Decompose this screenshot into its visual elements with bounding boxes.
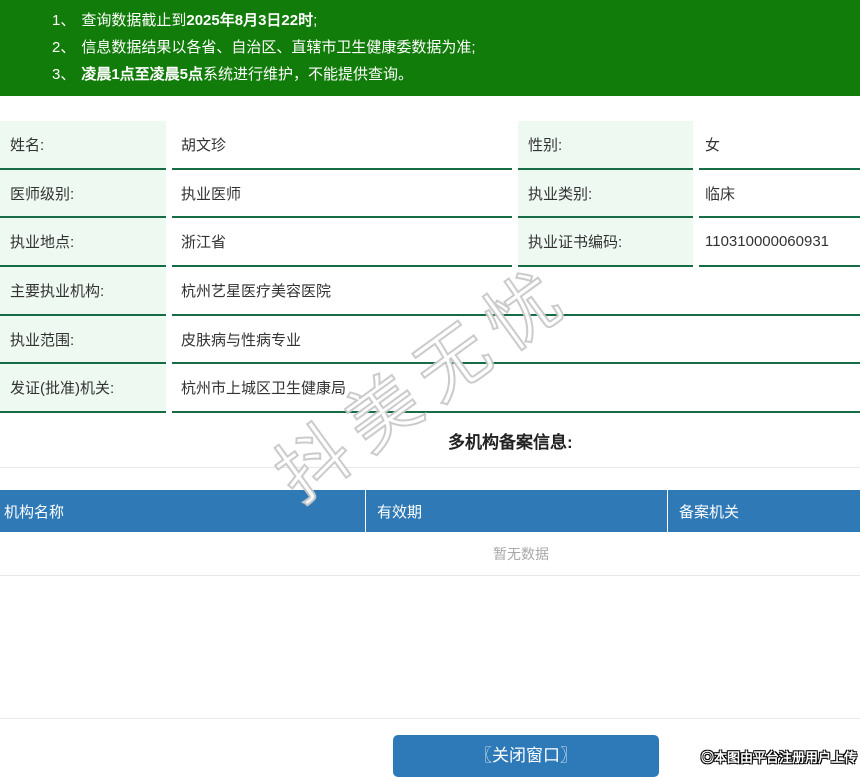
notice-line-number: 1、 bbox=[52, 12, 75, 29]
records-table-header: 机构名称 有效期 备案机关 bbox=[0, 490, 860, 532]
notice-line-number: 3、 bbox=[52, 66, 75, 83]
main-institution-label: 主要执业机构: bbox=[0, 267, 166, 316]
notice-text: 系统进行维护，不能提供查询。 bbox=[203, 66, 413, 83]
issuing-authority-value: 杭州市上城区卫生健康局 bbox=[172, 364, 860, 413]
divider bbox=[0, 718, 860, 719]
practice-scope-value: 皮肤病与性病专业 bbox=[172, 316, 860, 365]
gender-value: 女 bbox=[699, 121, 860, 170]
notice-text: ; bbox=[313, 12, 317, 29]
column-header-validity-period: 有效期 bbox=[366, 490, 668, 532]
table-row-level-category: 医师级别: 执业医师 执业类别: 临床 bbox=[0, 170, 860, 219]
practice-location-label: 执业地点: bbox=[0, 218, 166, 267]
gender-label: 性别: bbox=[518, 121, 693, 170]
notice-line-number: 2、 bbox=[52, 39, 75, 56]
table-row-name-gender: 姓名: 胡文珍 性别: 女 bbox=[0, 121, 860, 170]
certificate-number-value: 110310000060931 bbox=[699, 218, 860, 267]
table-row-issuing-authority: 发证(批准)机关: 杭州市上城区卫生健康局 bbox=[0, 364, 860, 413]
notice-banner: 1、查询数据截止到2025年8月3日22时; 2、信息数据结果以各省、自治区、直… bbox=[0, 0, 860, 96]
certificate-number-label: 执业证书编码: bbox=[518, 218, 693, 267]
issuing-authority-label: 发证(批准)机关: bbox=[0, 364, 166, 413]
divider bbox=[0, 467, 860, 468]
notice-line-3: 3、凌晨1点至凌晨5点系统进行维护，不能提供查询。 bbox=[52, 61, 850, 88]
column-header-record-authority: 备案机关 bbox=[668, 490, 860, 532]
notice-text: 信息数据结果以各省、自治区、直辖市卫生健康委数据为准; bbox=[81, 39, 475, 56]
notice-text-bold: 凌晨1点至凌晨5点 bbox=[81, 66, 203, 83]
practitioner-info-table: 姓名: 胡文珍 性别: 女 医师级别: 执业医师 执业类别: 临床 执业地点: … bbox=[0, 121, 860, 413]
divider bbox=[0, 575, 860, 576]
practice-scope-label: 执业范围: bbox=[0, 316, 166, 365]
practice-location-value: 浙江省 bbox=[172, 218, 512, 267]
notice-text: 查询数据截止到 bbox=[81, 12, 186, 29]
practice-category-value: 临床 bbox=[699, 170, 860, 219]
notice-line-1: 1、查询数据截止到2025年8月3日22时; bbox=[52, 7, 850, 34]
upload-attribution-watermark: ◎本图由平台注册用户上传 bbox=[701, 747, 857, 766]
notice-text-bold: 2025年8月3日22时 bbox=[186, 12, 313, 29]
empty-data-message: 暂无数据 bbox=[0, 532, 860, 575]
doctor-level-label: 医师级别: bbox=[0, 170, 166, 219]
table-row-practice-scope: 执业范围: 皮肤病与性病专业 bbox=[0, 316, 860, 365]
practice-category-label: 执业类别: bbox=[518, 170, 693, 219]
notice-line-2: 2、信息数据结果以各省、自治区、直辖市卫生健康委数据为准; bbox=[52, 34, 850, 61]
column-header-institution-name: 机构名称 bbox=[0, 490, 366, 532]
table-row-main-institution: 主要执业机构: 杭州艺星医疗美容医院 bbox=[0, 267, 860, 316]
multi-institution-section-title: 多机构备案信息: bbox=[0, 413, 860, 467]
name-value: 胡文珍 bbox=[172, 121, 512, 170]
name-label: 姓名: bbox=[0, 121, 166, 170]
close-window-button[interactable]: 〖关闭窗口〗 bbox=[393, 735, 659, 777]
doctor-level-value: 执业医师 bbox=[172, 170, 512, 219]
main-institution-value: 杭州艺星医疗美容医院 bbox=[172, 267, 860, 316]
table-row-location-certificate: 执业地点: 浙江省 执业证书编码: 110310000060931 bbox=[0, 218, 860, 267]
